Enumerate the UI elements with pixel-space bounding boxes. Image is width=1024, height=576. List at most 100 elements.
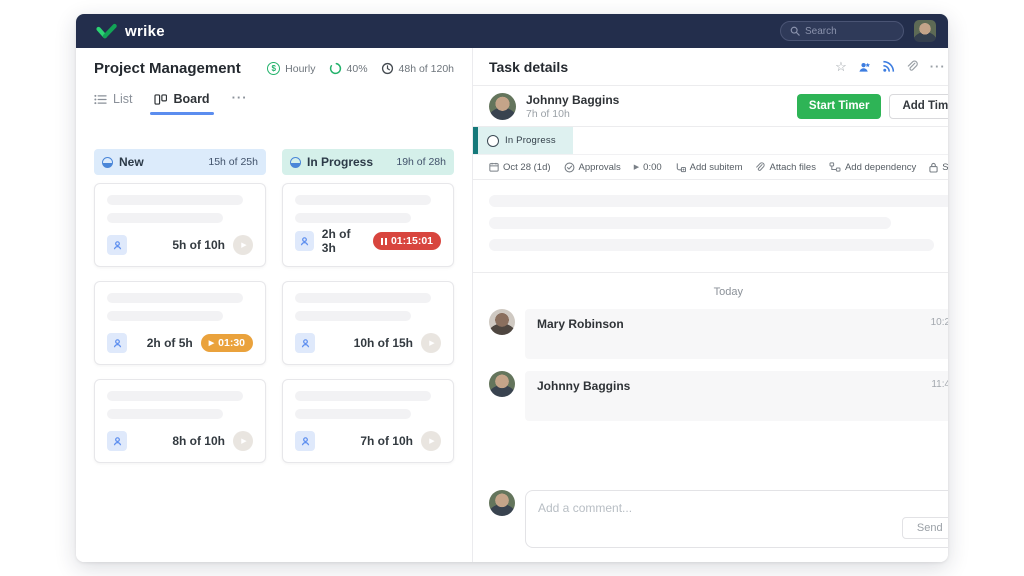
day-divider: Today [473, 273, 948, 309]
add-time-button[interactable]: Add Time [889, 94, 948, 119]
search-icon [790, 26, 800, 36]
add-dependency-button[interactable]: Add dependency [829, 162, 916, 173]
timer-button[interactable]: ▶ 0:00 [634, 162, 662, 173]
status-circle-icon [102, 157, 113, 168]
start-timer-icon[interactable]: ▶ [421, 333, 441, 353]
task-title-placeholder [107, 391, 243, 401]
search-box[interactable] [780, 21, 904, 41]
timer-value: 01:30 [218, 337, 245, 349]
play-icon: ▶ [209, 339, 214, 347]
task-card[interactable]: 2h of 5h ▶ 01:30 [94, 281, 266, 365]
status-label: In Progress [505, 135, 556, 146]
assignee-icon[interactable] [107, 235, 127, 255]
tracked-time: 2h of 5h [147, 336, 193, 350]
progress-badge[interactable]: 40% [329, 62, 368, 75]
due-date-button[interactable]: Oct 28 (1d) [489, 162, 551, 173]
play-icon: ▶ [634, 163, 639, 171]
column-hours: 19h of 28h [396, 156, 446, 168]
pause-icon [381, 238, 387, 245]
search-input[interactable] [805, 26, 885, 37]
tab-board[interactable]: Board [154, 92, 209, 115]
paused-timer-badge[interactable]: ▶ 01:30 [201, 334, 253, 352]
status-bar: In Progress [473, 127, 948, 154]
more-options-icon[interactable]: ··· [930, 60, 946, 73]
start-timer-icon[interactable]: ▶ [233, 235, 253, 255]
status-circle-icon [290, 157, 301, 168]
subitem-icon [675, 162, 686, 173]
assignee-icon[interactable] [107, 333, 127, 353]
task-title-placeholder [295, 293, 431, 303]
assignee-row: Johnny Baggins 7h of 10h Start Timer Add… [473, 86, 948, 127]
approvals-button[interactable]: Approvals [564, 162, 621, 173]
approval-check-icon [564, 162, 575, 173]
tab-list[interactable]: List [94, 92, 132, 115]
assignee-name: Johnny Baggins [526, 93, 619, 107]
comment-bubble[interactable]: Mary Robinson 10:21 [525, 309, 948, 359]
share-with-user-icon[interactable] [858, 61, 871, 73]
logo-text: wrike [125, 23, 165, 40]
project-panel: Project Management $ Hourly 40% [76, 48, 473, 562]
column-in-progress: In Progress 19h of 28h 2h of 3h [282, 149, 454, 562]
task-card[interactable]: 10h of 15h ▶ [282, 281, 454, 365]
assignee-icon[interactable] [295, 333, 315, 353]
top-bar: wrike [76, 14, 948, 48]
board-view-icon [154, 94, 167, 105]
progress-label: 40% [347, 63, 368, 75]
start-timer-button[interactable]: Start Timer [797, 94, 882, 119]
column-new-header[interactable]: New 15h of 25h [94, 149, 266, 175]
task-description[interactable] [473, 180, 948, 273]
column-in-progress-header[interactable]: In Progress 19h of 28h [282, 149, 454, 175]
comment-stream: Mary Robinson 10:21 Johnny Baggins 11:49 [473, 309, 948, 433]
start-timer-icon[interactable]: ▶ [421, 431, 441, 451]
page-title: Project Management [94, 60, 241, 77]
billing-badge[interactable]: $ Hourly [267, 62, 315, 75]
app-window: wrike Project Management $ Hourly [76, 14, 948, 562]
assignee-avatar[interactable] [489, 93, 516, 120]
user-avatar[interactable] [914, 20, 936, 42]
attach-files-button[interactable]: Attach files [755, 162, 815, 173]
task-subtitle-placeholder [107, 409, 223, 419]
tabs-more-button[interactable]: ··· [232, 90, 248, 115]
task-card[interactable]: 5h of 10h ▶ [94, 183, 266, 267]
send-button[interactable]: Send [902, 517, 948, 539]
task-card[interactable]: 8h of 10h ▶ [94, 379, 266, 463]
wrike-logo[interactable]: wrike [96, 23, 165, 40]
tracked-time: 8h of 10h [172, 434, 225, 448]
assignee-icon[interactable] [107, 431, 127, 451]
commenter-avatar[interactable] [489, 371, 515, 397]
commenter-avatar[interactable] [489, 309, 515, 335]
task-title-placeholder [107, 195, 243, 205]
task-subtitle-placeholder [107, 213, 223, 223]
column-new: New 15h of 25h 5h of 10h [94, 149, 266, 562]
task-card[interactable]: 7h of 10h ▶ [282, 379, 454, 463]
list-view-icon [94, 94, 107, 105]
task-subtitle-placeholder [295, 409, 411, 419]
task-card[interactable]: 2h of 3h 01:15:01 [282, 183, 454, 267]
comment-input[interactable] [526, 491, 897, 523]
status-circle-icon [487, 135, 499, 147]
commenter-name: Johnny Baggins [537, 379, 630, 413]
paperclip-icon [755, 162, 765, 173]
running-timer-badge[interactable]: 01:15:01 [373, 232, 441, 250]
task-title-placeholder [295, 391, 431, 401]
share-button[interactable]: Share [929, 162, 948, 173]
time-tracked-badge[interactable]: 48h of 120h [381, 62, 454, 75]
start-timer-icon[interactable]: ▶ [233, 431, 253, 451]
tracked-time: 10h of 15h [354, 336, 413, 350]
assignee-icon[interactable] [295, 431, 315, 451]
comment-bubble[interactable]: Johnny Baggins 11:49 [525, 371, 948, 421]
comment-composer: Send [473, 490, 948, 562]
kanban-board: New 15h of 25h 5h of 10h [76, 115, 472, 562]
assignee-icon[interactable] [295, 231, 314, 251]
attachment-paperclip-icon[interactable] [906, 60, 919, 73]
dependency-icon [829, 162, 841, 172]
comment-item: Mary Robinson 10:21 [489, 309, 948, 359]
status-selector[interactable]: In Progress [478, 127, 573, 154]
view-tabs: List Board ··· [76, 90, 472, 115]
feed-icon[interactable] [882, 60, 895, 73]
assignee-tracked-time: 7h of 10h [526, 108, 619, 120]
favorite-star-icon[interactable]: ☆ [835, 60, 847, 73]
time-clock-icon [381, 62, 394, 75]
add-subitem-button[interactable]: Add subitem [675, 162, 743, 173]
calendar-icon [489, 162, 499, 172]
